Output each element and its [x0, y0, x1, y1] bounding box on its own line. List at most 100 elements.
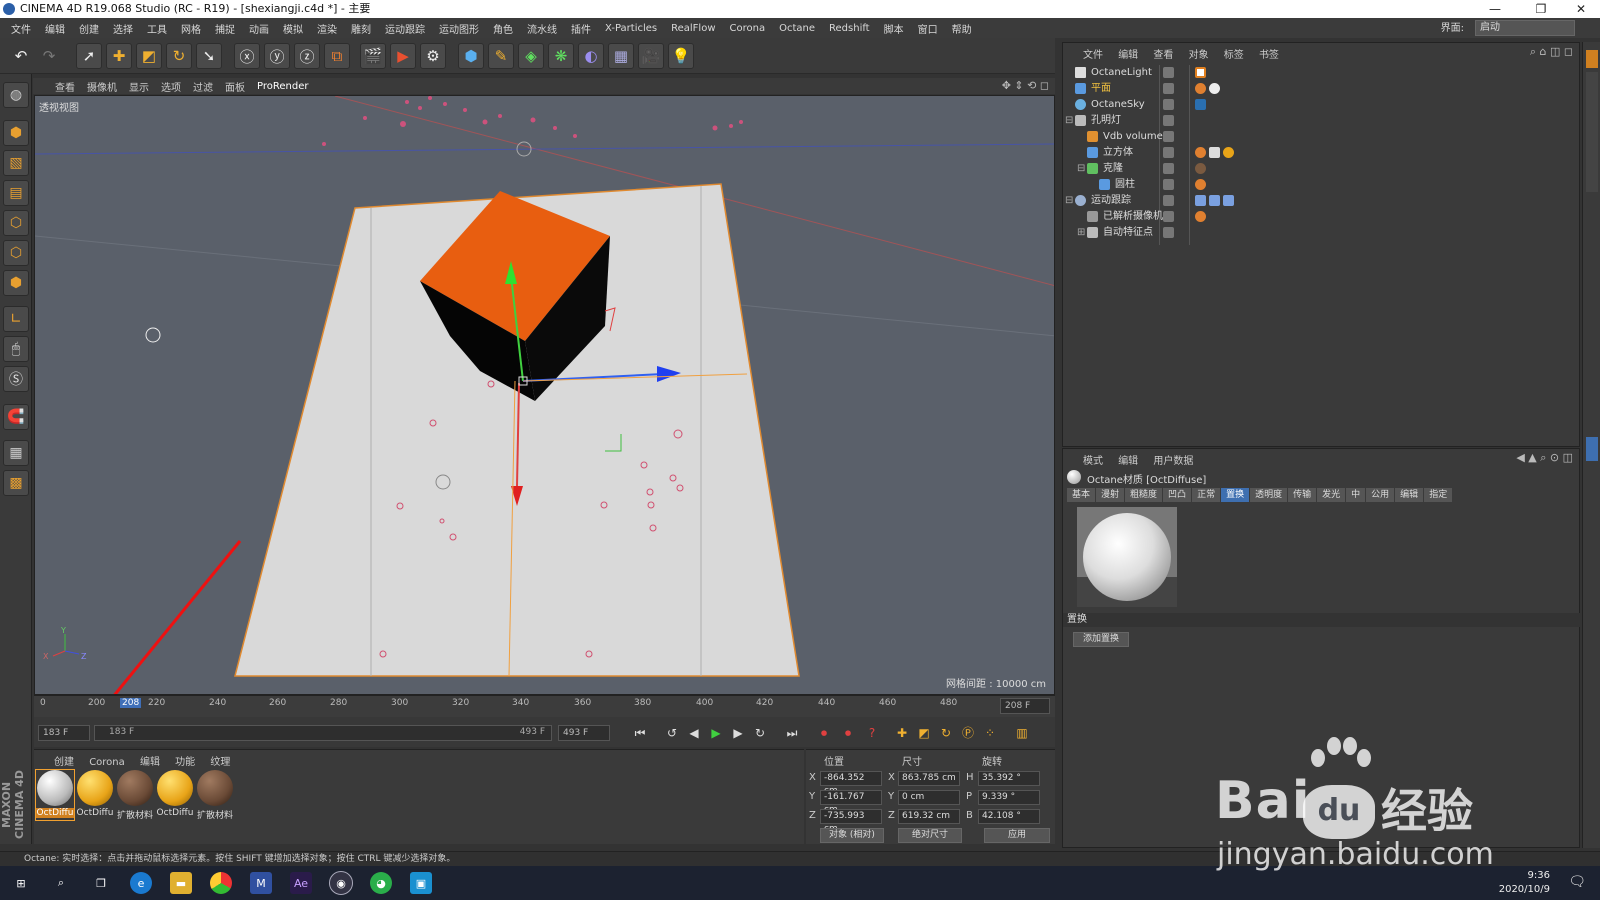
menu-help[interactable]: 帮助 [952, 21, 972, 36]
viewport-menu-panel[interactable]: 面板 [225, 79, 245, 94]
side-tab[interactable] [1586, 72, 1598, 192]
apply-button[interactable]: 应用 [984, 828, 1050, 843]
collapse-icon[interactable]: ⊟ [1077, 161, 1085, 177]
viewport-menu-prorender[interactable]: ProRender [257, 81, 308, 92]
menu-file[interactable]: 文件 [11, 21, 31, 36]
deformer-icon[interactable]: ◐ [578, 43, 604, 69]
size-x-field[interactable]: 863.785 cm [898, 771, 960, 786]
visibility-toggle-icon[interactable] [1163, 99, 1174, 110]
visibility-toggle-icon[interactable] [1163, 131, 1174, 142]
perspective-viewport[interactable]: 透视视图 Y X Z 网格间距 : 10000 cm [34, 95, 1055, 695]
object-row[interactable]: ⊟ 孔明灯 [1063, 113, 1581, 129]
viewport-menu-camera[interactable]: 摄像机 [87, 79, 117, 94]
visibility-toggle-icon[interactable] [1163, 83, 1174, 94]
current-frame-marker[interactable]: 208 [120, 698, 142, 708]
next-frame-icon[interactable]: ▶ [728, 724, 748, 742]
material-menu-edit[interactable]: 编辑 [140, 757, 160, 768]
file-explorer-icon[interactable]: ▬ [170, 872, 192, 894]
menu-sculpt[interactable]: 雕刻 [351, 21, 371, 36]
viewport-menu-options[interactable]: 选项 [161, 79, 181, 94]
live-select-icon[interactable]: ➘ [196, 43, 222, 69]
y-axis-lock-icon[interactable]: ⓨ [264, 43, 290, 69]
visibility-toggle-icon[interactable] [1163, 211, 1174, 222]
visibility-toggle-icon[interactable] [1163, 163, 1174, 174]
pos-z-field[interactable]: -735.993 cm [820, 809, 882, 834]
z-axis-lock-icon[interactable]: ⓩ [294, 43, 320, 69]
menu-simulate[interactable]: 模拟 [283, 21, 303, 36]
checker-material-tag-icon[interactable] [1209, 147, 1220, 158]
menu-snap[interactable]: 捕捉 [215, 21, 235, 36]
points-mode-icon[interactable]: ⬡ [3, 210, 29, 236]
edges-mode-icon[interactable]: ⬡ [3, 240, 29, 266]
material-tag-icon[interactable] [1223, 147, 1234, 158]
camera-icon[interactable]: 🎥 [638, 43, 664, 69]
render-picture-viewer-icon[interactable]: ▶ [390, 43, 416, 69]
cloner-icon[interactable]: ❋ [548, 43, 574, 69]
menu-create[interactable]: 创建 [79, 21, 99, 36]
after-effects-icon[interactable]: Ae [290, 872, 312, 894]
viewport-nav-icons[interactable]: ✥ ⇕ ⟲ ◻ [1002, 79, 1049, 92]
menu-character[interactable]: 角色 [493, 21, 513, 36]
autokey-icon[interactable]: ⏺ [838, 724, 858, 742]
key-parameter-icon[interactable]: Ⓟ [958, 724, 978, 742]
lock-workplane-icon[interactable]: ▩ [3, 470, 29, 496]
material-menu-corona[interactable]: Corona [89, 757, 125, 768]
scale-tool-icon[interactable]: ◩ [136, 43, 162, 69]
polygons-mode-icon[interactable]: ⬢ [3, 270, 29, 296]
tracking-tag-icon[interactable] [1195, 179, 1206, 190]
app-icon[interactable]: ▣ [410, 872, 432, 894]
timeline-ruler[interactable]: 0 200 208 220 240 260 280 300 320 340 36… [34, 695, 1055, 717]
layout-select[interactable]: 启动 [1475, 20, 1575, 36]
go-to-end-icon[interactable]: ⏭ [782, 724, 802, 742]
menu-edit[interactable]: 编辑 [45, 21, 65, 36]
size-z-field[interactable]: 619.32 cm [898, 809, 960, 824]
uv-mode-icon[interactable]: ∟ [3, 306, 29, 332]
object-manager-nav-icons[interactable]: ⌕ ⌂ ◫ ◻ [1530, 45, 1573, 59]
tracker-tag-icon[interactable] [1223, 195, 1234, 206]
tab-roughness[interactable]: 粗糙度 [1125, 488, 1163, 502]
search-icon[interactable]: ⌕ [50, 872, 72, 894]
cube-icon[interactable]: ⬢ [458, 43, 484, 69]
material-swatch[interactable]: OctDiffu [156, 770, 194, 820]
object-row[interactable]: ⊟ 克隆 [1063, 161, 1581, 177]
move-tool-icon[interactable]: ✚ [106, 43, 132, 69]
visibility-toggle-icon[interactable] [1163, 67, 1174, 78]
menu-pipeline[interactable]: 流水线 [527, 21, 557, 36]
rot-p-field[interactable]: 9.339 ° [978, 790, 1040, 805]
record-keyframe-icon[interactable]: ⏺ [814, 724, 834, 742]
visibility-toggle-icon[interactable] [1163, 227, 1174, 238]
menu-motion-tracking[interactable]: 运动跟踪 [385, 21, 425, 36]
menu-octane[interactable]: Octane [779, 23, 815, 34]
frame-range-slider[interactable]: 183 F 493 F [94, 725, 552, 741]
x-axis-lock-icon[interactable]: ⓧ [234, 43, 260, 69]
edge-browser-icon[interactable]: e [130, 872, 152, 894]
pos-x-field[interactable]: -864.352 cm [820, 771, 882, 796]
rot-b-field[interactable]: 42.108 ° [978, 809, 1040, 824]
no-render-tag-icon[interactable] [1195, 211, 1206, 222]
task-view-icon[interactable]: ❐ [90, 872, 112, 894]
clock-date[interactable]: 2020/10/9 [1499, 883, 1550, 897]
minimize-icon[interactable]: — [1480, 0, 1510, 18]
menu-animate[interactable]: 动画 [249, 21, 269, 36]
tab-medium[interactable]: 中 [1346, 488, 1366, 502]
size-y-field[interactable]: 0 cm [898, 790, 960, 805]
collapse-icon[interactable]: ⊟ [1065, 113, 1073, 129]
viewport-menu-view[interactable]: 查看 [55, 79, 75, 94]
grid-snap-icon[interactable]: ▦ [3, 440, 29, 466]
tweak-mode-icon[interactable]: 🖱 [3, 336, 29, 362]
tab-assign[interactable]: 指定 [1424, 488, 1453, 502]
rotate-tool-icon[interactable]: ↻ [166, 43, 192, 69]
side-tab-active[interactable] [1586, 50, 1598, 68]
select-tool-icon[interactable]: ➚ [76, 43, 102, 69]
tab-diffuse[interactable]: 漫射 [1096, 488, 1125, 502]
material-menu-texture[interactable]: 纹理 [210, 757, 230, 768]
menu-mograph[interactable]: 运动图形 [439, 21, 479, 36]
material-swatch[interactable]: OctDiffu [76, 770, 114, 820]
viewport-menu-display[interactable]: 显示 [129, 79, 149, 94]
go-to-start-icon[interactable]: ⏮ [630, 724, 650, 742]
octane-light-tag-icon[interactable] [1195, 67, 1206, 78]
tab-emission[interactable]: 发光 [1317, 488, 1346, 502]
windows-start-icon[interactable]: ⊞ [10, 872, 32, 894]
visibility-toggle-icon[interactable] [1163, 179, 1174, 190]
collapse-icon[interactable]: ⊟ [1065, 193, 1073, 209]
